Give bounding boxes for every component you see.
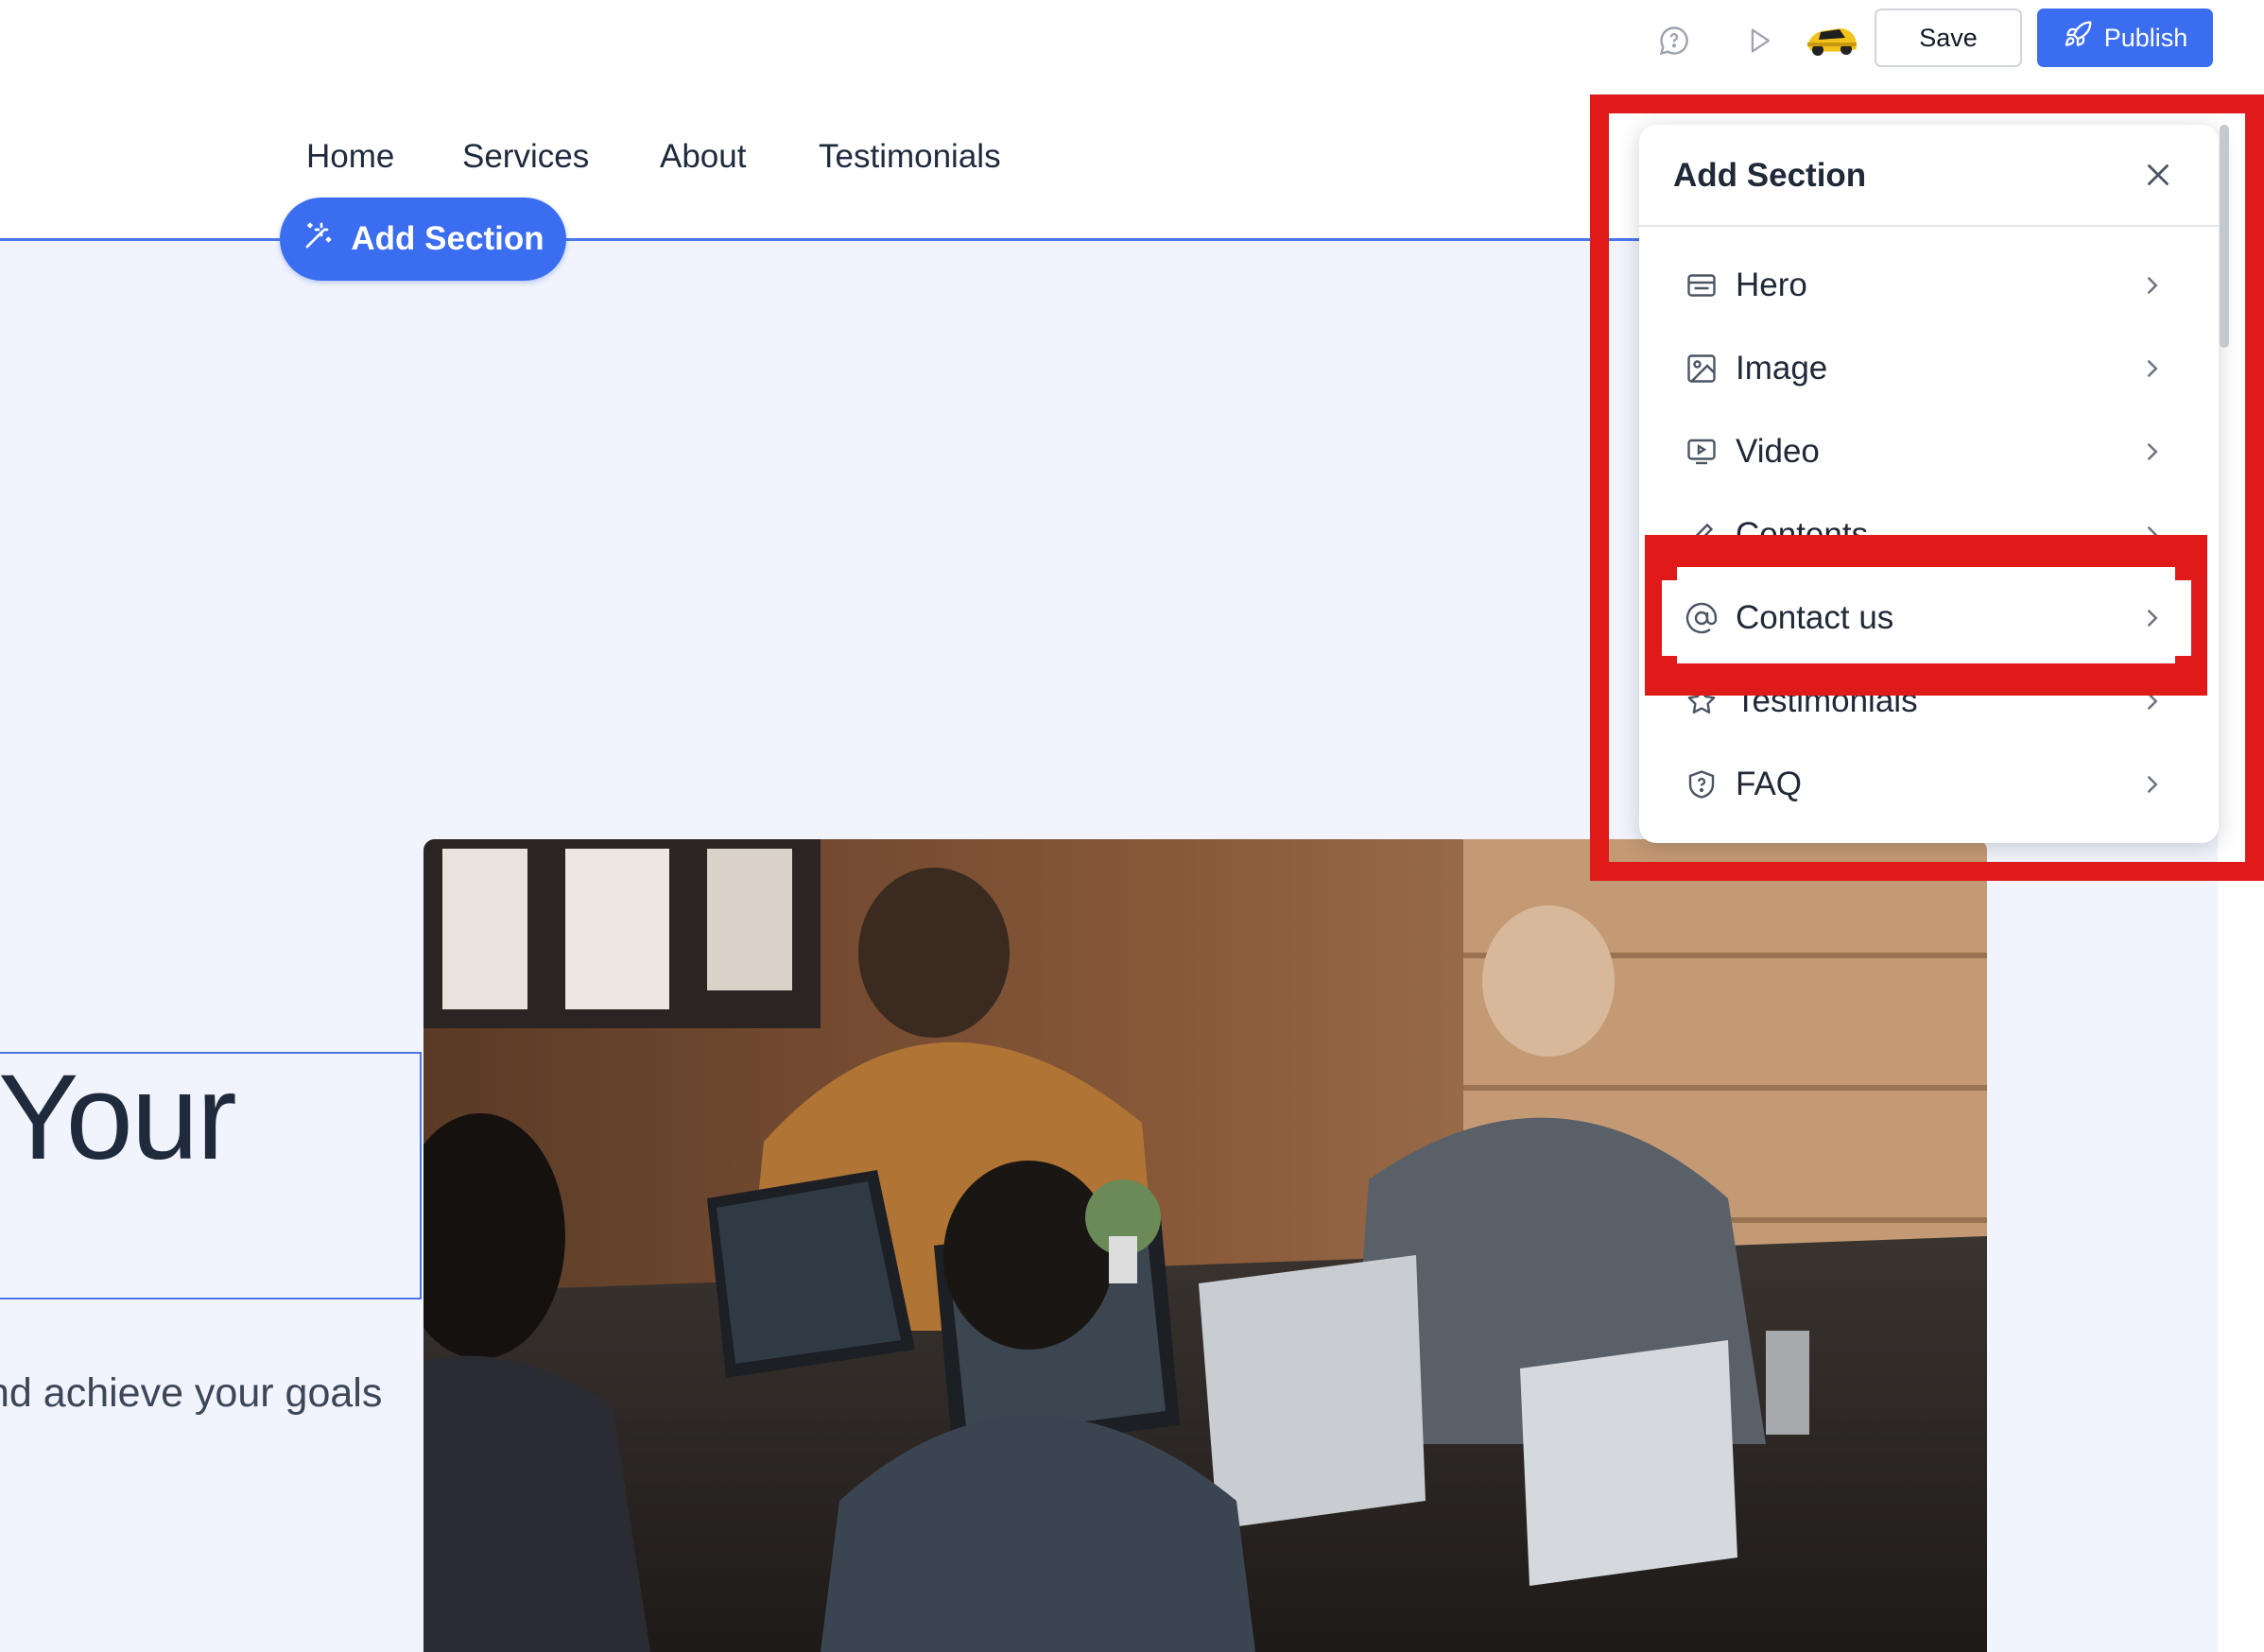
hero-subtitle: nd achieve your goals bbox=[0, 1370, 383, 1416]
section-item-contents[interactable]: Contents bbox=[1662, 497, 2191, 573]
add-section-label: Add Section bbox=[351, 220, 544, 257]
image-icon bbox=[1683, 350, 1720, 387]
section-item-label: FAQ bbox=[1736, 766, 1803, 802]
chevron-right-icon bbox=[2138, 353, 2167, 384]
section-item-label: Contents bbox=[1736, 516, 1869, 553]
publish-label: Publish bbox=[2103, 23, 2188, 52]
nav-link-services[interactable]: Services bbox=[462, 138, 589, 176]
star-icon bbox=[1683, 682, 1720, 720]
section-item-label: Video bbox=[1736, 433, 1820, 470]
chevron-right-icon bbox=[2138, 686, 2167, 716]
section-item-label: Hero bbox=[1736, 267, 1807, 303]
magic-wand-icon bbox=[302, 218, 336, 261]
section-item-label: Testimonials bbox=[1736, 682, 1918, 719]
panel-header: Add Section bbox=[1639, 125, 2219, 227]
panel-scrollbar[interactable] bbox=[2220, 125, 2229, 348]
hero-title: Your bbox=[0, 1052, 237, 1185]
chevron-right-icon bbox=[2138, 769, 2167, 800]
section-item-contact-us[interactable]: Contact us bbox=[1662, 580, 2191, 656]
section-item-hero[interactable]: Hero bbox=[1662, 248, 2191, 323]
chat-icon[interactable] bbox=[1652, 19, 1696, 62]
section-item-testimonials[interactable]: Testimonials bbox=[1662, 663, 2191, 739]
shield-question-icon bbox=[1683, 766, 1720, 803]
chevron-right-icon bbox=[2138, 437, 2167, 467]
preview-play-icon[interactable] bbox=[1737, 19, 1781, 62]
video-icon bbox=[1683, 433, 1720, 471]
at-icon bbox=[1683, 599, 1720, 637]
hero-title-box[interactable]: Your bbox=[0, 1052, 422, 1299]
hero-image bbox=[423, 839, 1987, 1652]
section-item-label: Contact us bbox=[1736, 599, 1894, 636]
editor-toolbar: Save Publish bbox=[0, 0, 2264, 81]
publish-button[interactable]: Publish bbox=[2037, 9, 2213, 67]
chevron-right-icon bbox=[2138, 520, 2167, 550]
pencil-icon bbox=[1683, 516, 1720, 554]
add-section-panel: Add Section Hero Image Video Contents Co… bbox=[1639, 125, 2219, 843]
chevron-right-icon bbox=[2138, 270, 2167, 301]
nav-link-home[interactable]: Home bbox=[306, 138, 394, 176]
rocket-icon bbox=[2063, 20, 2093, 57]
section-item-faq[interactable]: FAQ bbox=[1662, 747, 2191, 822]
avatar[interactable] bbox=[1804, 17, 1858, 60]
nav-link-about[interactable]: About bbox=[660, 138, 746, 176]
save-button[interactable]: Save bbox=[1875, 9, 2022, 67]
nav-link-testimonials[interactable]: Testimonials bbox=[819, 138, 1001, 176]
add-section-button[interactable]: Add Section bbox=[280, 198, 566, 281]
hero-icon bbox=[1683, 267, 1720, 304]
close-icon[interactable] bbox=[2140, 157, 2176, 193]
section-item-image[interactable]: Image bbox=[1662, 331, 2191, 406]
section-item-label: Image bbox=[1736, 350, 1828, 387]
section-item-video[interactable]: Video bbox=[1662, 414, 2191, 490]
chevron-right-icon bbox=[2138, 603, 2167, 633]
save-label: Save bbox=[1919, 23, 1978, 52]
panel-title: Add Section bbox=[1673, 157, 1867, 194]
